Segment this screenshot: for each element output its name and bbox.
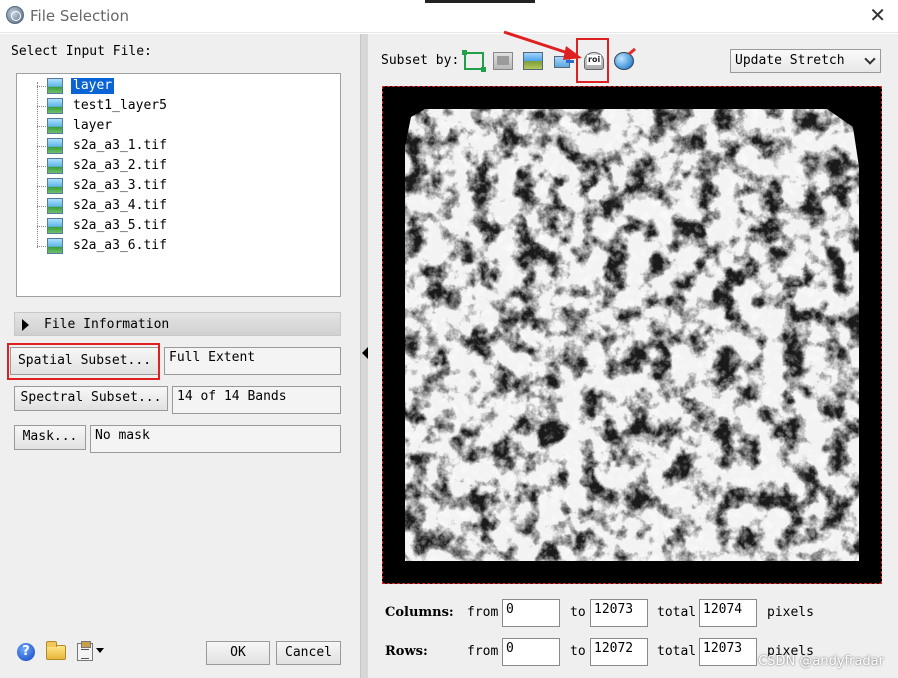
raster-file-icon xyxy=(44,118,63,136)
file-item-label: s2a_a3_1.tif xyxy=(73,138,167,153)
from-label: from xyxy=(467,644,499,659)
highlight-box xyxy=(576,38,609,83)
image-extent-icon[interactable] xyxy=(462,50,486,72)
raster-file-icon xyxy=(44,218,63,236)
columns-from-input[interactable]: 0 xyxy=(502,599,560,627)
file-item-label: layer xyxy=(71,78,115,94)
image-icon[interactable] xyxy=(523,52,543,70)
panel-splitter[interactable] xyxy=(360,34,368,678)
rows-label: Rows: xyxy=(385,644,428,659)
mask-button[interactable]: Mask... xyxy=(14,425,86,450)
file-information-label: File Information xyxy=(44,317,170,332)
file-information-toggle[interactable]: File Information xyxy=(14,312,341,336)
app-globe-icon xyxy=(6,6,24,24)
watermark: CSDN @andyfradar xyxy=(758,654,884,669)
background-image-strip xyxy=(425,0,535,3)
highlight-box xyxy=(7,343,160,380)
spectral-subset-field: 14 of 14 Bands xyxy=(172,386,341,414)
open-folder-icon[interactable] xyxy=(46,641,66,660)
subset-by-label: Subset by: xyxy=(381,53,460,68)
chevron-down-icon[interactable] xyxy=(96,648,104,653)
columns-label: Columns: xyxy=(385,605,454,620)
raster-file-icon xyxy=(44,138,63,156)
from-label: from xyxy=(467,605,499,620)
bottom-toolbar: ? xyxy=(17,641,117,665)
file-item[interactable]: s2a_a3_6.tif xyxy=(17,236,337,256)
display-icon[interactable] xyxy=(493,52,513,70)
stretch-dropdown-value: Update Stretch xyxy=(735,53,845,68)
close-icon[interactable]: ✕ xyxy=(869,5,886,25)
window-title: File Selection xyxy=(30,7,129,25)
left-panel: Select Input File: layer test1_layer5 la… xyxy=(0,34,360,678)
file-item-label: s2a_a3_3.tif xyxy=(73,178,167,193)
raster-file-icon xyxy=(44,98,63,116)
raster-file-icon xyxy=(44,158,63,176)
file-item-label: layer xyxy=(73,118,113,133)
columns-row: Columns: from 0 to 12073 total 12074 pix… xyxy=(385,599,895,627)
to-label: to xyxy=(570,644,586,659)
title-bar: File Selection ✕ xyxy=(0,0,898,33)
raster-file-icon xyxy=(44,178,63,196)
file-item-label: test1_layer5 xyxy=(73,98,167,113)
file-list[interactable]: layer test1_layer5 layer s2a_a3_1.tif s2… xyxy=(16,73,341,297)
file-item-label: s2a_a3_4.tif xyxy=(73,198,167,213)
file-item-label: s2a_a3_6.tif xyxy=(73,238,167,253)
file-item[interactable]: s2a_a3_1.tif xyxy=(17,136,337,156)
raster-file-icon xyxy=(44,238,63,256)
to-label: to xyxy=(570,605,586,620)
spectral-subset-button[interactable]: Spectral Subset... xyxy=(14,386,168,411)
total-label: total xyxy=(657,644,697,659)
file-item[interactable]: s2a_a3_4.tif xyxy=(17,196,337,216)
rows-to-input[interactable]: 12072 xyxy=(590,638,648,666)
right-panel: Subset by: Update Stretch xyxy=(368,34,898,678)
chevron-down-icon xyxy=(864,53,876,65)
file-item[interactable]: s2a_a3_3.tif xyxy=(17,176,337,196)
terrain-image xyxy=(383,87,881,583)
cancel-button[interactable]: Cancel xyxy=(276,641,341,665)
mask-field: No mask xyxy=(90,425,341,453)
raster-file-icon xyxy=(44,198,63,216)
file-item[interactable]: layer xyxy=(17,76,337,96)
rows-total-field: 12073 xyxy=(699,638,757,666)
raster-file-icon xyxy=(44,78,63,96)
ok-button[interactable]: OK xyxy=(206,641,270,665)
clipboard-icon[interactable] xyxy=(77,641,93,661)
rows-from-input[interactable]: 0 xyxy=(502,638,560,666)
pixels-label: pixels xyxy=(767,605,814,620)
map-globe-icon[interactable] xyxy=(614,52,634,70)
file-item[interactable]: s2a_a3_2.tif xyxy=(17,156,337,176)
select-input-file-label: Select Input File: xyxy=(11,44,152,59)
total-label: total xyxy=(657,605,697,620)
columns-to-input[interactable]: 12073 xyxy=(590,599,648,627)
image-preview[interactable] xyxy=(382,86,882,584)
file-item[interactable]: test1_layer5 xyxy=(17,96,337,116)
stretch-dropdown[interactable]: Update Stretch xyxy=(730,49,881,73)
file-item[interactable]: s2a_a3_5.tif xyxy=(17,216,337,236)
file-item[interactable]: layer xyxy=(17,116,337,136)
spatial-subset-field: Full Extent xyxy=(164,347,341,375)
file-item-label: s2a_a3_5.tif xyxy=(73,218,167,233)
expand-triangle-icon xyxy=(22,319,29,331)
help-icon[interactable]: ? xyxy=(17,643,35,661)
file-transfer-icon[interactable] xyxy=(554,52,574,70)
file-item-label: s2a_a3_2.tif xyxy=(73,158,167,173)
columns-total-field: 12074 xyxy=(699,599,757,627)
